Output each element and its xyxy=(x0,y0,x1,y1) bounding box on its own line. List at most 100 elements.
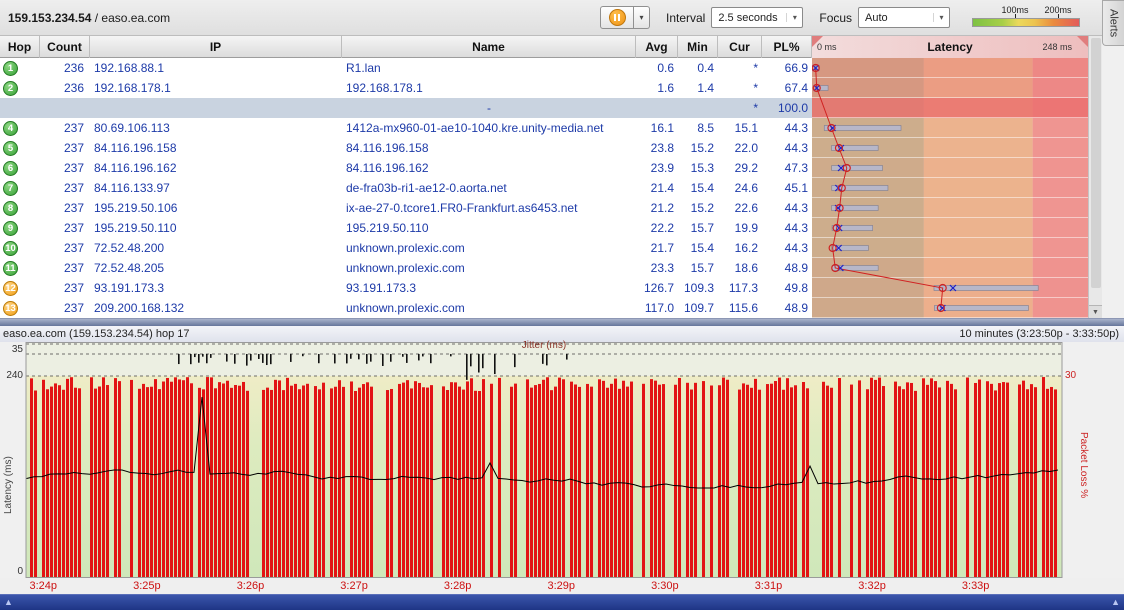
table-row[interactable]: 11 237 72.52.48.205 unknown.prolexic.com 23.… xyxy=(0,258,812,278)
avg-cell: 21.7 xyxy=(650,241,674,255)
header-latency[interactable]: 0 ms Latency 248 ms xyxy=(812,36,1088,58)
header-hop[interactable]: Hop xyxy=(0,36,40,58)
pause-dropdown-button[interactable]: ▾ xyxy=(634,6,650,29)
table-row[interactable]: - * 100.0 xyxy=(0,98,812,118)
count-cell: 237 xyxy=(63,261,84,275)
latency-minigraph[interactable] xyxy=(812,58,1088,318)
timeline-chart[interactable] xyxy=(0,342,1124,578)
min-cell: 15.7 xyxy=(690,261,714,275)
hop-cell: 6 xyxy=(0,158,40,178)
latency-header-label: Latency xyxy=(927,40,973,54)
latency-scale-right-handle[interactable] xyxy=(1077,36,1088,47)
nav-up-left-icon[interactable]: ▲ xyxy=(4,597,13,607)
timeline-chart-area xyxy=(0,342,1124,578)
table-row[interactable]: 13 237 209.200.168.132 unknown.prolexic.com… xyxy=(0,298,812,318)
header-count[interactable]: Count xyxy=(40,36,90,58)
hops-table-header: Hop Count IP Name Avg Min Cur PL% 0 ms L… xyxy=(0,36,1088,58)
header-pl[interactable]: PL% xyxy=(762,36,812,58)
name-cell: unknown.prolexic.com xyxy=(346,241,465,255)
header-avg[interactable]: Avg xyxy=(636,36,678,58)
pl-cell: 44.3 xyxy=(784,221,808,235)
focus-select[interactable]: Auto ▾ xyxy=(858,7,951,28)
scrollbar-thumb[interactable] xyxy=(1091,38,1101,288)
timeline-navigator-bar[interactable]: ▲ ▲ xyxy=(0,594,1124,610)
table-row[interactable]: 5 237 84.116.196.158 84.116.196.158 23.8 15.2… xyxy=(0,138,812,158)
hop-cell: 7 xyxy=(0,178,40,198)
ip-cell: 80.69.106.113 xyxy=(94,121,170,135)
target-hostname: / easo.ea.com xyxy=(91,10,171,25)
table-row[interactable]: 10 237 72.52.48.200 unknown.prolexic.com 21.… xyxy=(0,238,812,258)
avg-cell: 117.0 xyxy=(644,301,674,315)
min-cell: 15.4 xyxy=(690,181,714,195)
hop-badge: 4 xyxy=(3,120,18,136)
pl-cell: 47.3 xyxy=(784,161,808,175)
ip-cell: 209.200.168.132 xyxy=(94,301,185,315)
hop-badge: 1 xyxy=(3,60,18,76)
count-cell: 237 xyxy=(63,221,84,235)
avg-cell: 16.1 xyxy=(650,121,674,135)
min-cell: 15.2 xyxy=(690,201,714,215)
table-row[interactable]: 1 236 192.168.88.1 R1.lan 0.6 0.4 * 66.9 xyxy=(0,58,812,78)
cur-cell: 24.6 xyxy=(734,181,758,195)
tab-alerts[interactable]: Alerts xyxy=(1102,0,1124,46)
interval-select[interactable]: 2.5 seconds ▾ xyxy=(711,7,804,28)
cur-cell: 18.6 xyxy=(734,261,758,275)
name-cell: 195.219.50.110 xyxy=(346,221,429,235)
header-name[interactable]: Name xyxy=(342,36,636,58)
hop-cell: 11 xyxy=(0,258,40,278)
hop-cell: 5 xyxy=(0,138,40,158)
ip-cell: 72.52.48.205 xyxy=(94,261,165,275)
min-cell: 15.2 xyxy=(690,141,714,155)
table-row[interactable]: 4 237 80.69.106.113 1412a-mx960-01-ae10-104… xyxy=(0,118,812,138)
hop-badge: 8 xyxy=(3,200,18,216)
table-row[interactable]: 2 236 192.168.178.1 192.168.178.1 1.6 1.4 * 67.… xyxy=(0,78,812,98)
pause-button[interactable] xyxy=(600,6,634,29)
pane-splitter[interactable] xyxy=(0,318,1124,326)
time-axis-label: 3:26p xyxy=(236,580,265,592)
avg-cell: 23.3 xyxy=(650,261,674,275)
time-axis-label: 3:32p xyxy=(858,580,886,592)
min-cell: 15.3 xyxy=(690,161,714,175)
name-cell: 84.116.196.158 xyxy=(346,141,429,155)
header-ip[interactable]: IP xyxy=(90,36,342,58)
scroll-down-icon[interactable]: ▼ xyxy=(1089,305,1102,318)
timeline-range-title: 10 minutes (3:23:50p - 3:33:50p) xyxy=(959,328,1119,340)
hop-cell: 12 xyxy=(0,278,40,298)
count-cell: 237 xyxy=(63,301,84,315)
pl-cell: 66.9 xyxy=(784,61,808,75)
latency-axis-label: Latency (ms) xyxy=(3,456,14,514)
ip-cell: 195.219.50.106 xyxy=(94,201,178,215)
time-axis-label: 3:24p xyxy=(29,580,58,592)
min-cell: 15.7 xyxy=(690,221,714,235)
pl-cell: 45.1 xyxy=(784,181,808,195)
ip-cell: 93.191.173.3 xyxy=(94,281,165,295)
time-axis-label: 3:28p xyxy=(443,580,472,592)
latency-max-label: 240 xyxy=(6,370,23,381)
table-row[interactable]: 9 237 195.219.50.110 195.219.50.110 22.2 15.7… xyxy=(0,218,812,238)
time-axis-label: 3:33p xyxy=(961,580,990,592)
trace-control: ▾ xyxy=(600,6,650,29)
table-row[interactable]: 12 237 93.191.173.3 93.191.173.3 126.7 109.3 1… xyxy=(0,278,812,298)
focus-value: Auto xyxy=(865,11,888,24)
timeline-title-strip: easo.ea.com (159.153.234.54) hop 17 10 m… xyxy=(0,326,1124,342)
table-row[interactable]: 7 237 84.116.133.97 de-fra03b-ri1-ae12-0.ao… xyxy=(0,178,812,198)
pl-cell: 44.3 xyxy=(784,201,808,215)
hop-cell: 1 xyxy=(0,58,40,78)
name-cell: 84.116.196.162 xyxy=(346,161,429,175)
focus-label: Focus xyxy=(819,10,853,25)
nav-up-right-icon[interactable]: ▲ xyxy=(1111,597,1120,607)
hop-cell: 4 xyxy=(0,118,40,138)
count-cell: 237 xyxy=(63,181,84,195)
hop-cell xyxy=(0,98,40,118)
count-cell: 237 xyxy=(63,161,84,175)
target-host: 159.153.234.54 / easo.ea.com xyxy=(8,11,600,25)
header-cur[interactable]: Cur xyxy=(718,36,762,58)
vertical-scrollbar[interactable]: ▼ xyxy=(1088,36,1102,318)
chevron-down-icon: ▾ xyxy=(786,13,802,22)
table-row[interactable]: 8 237 195.219.50.106 ix-ae-27-0.tcore1.FR0-… xyxy=(0,198,812,218)
ip-cell: 195.219.50.110 xyxy=(94,221,177,235)
legend-gradient-bar xyxy=(972,17,1081,27)
header-min[interactable]: Min xyxy=(678,36,718,58)
hop-badge: 2 xyxy=(3,80,18,96)
table-row[interactable]: 6 237 84.116.196.162 84.116.196.162 23.9 15.3… xyxy=(0,158,812,178)
